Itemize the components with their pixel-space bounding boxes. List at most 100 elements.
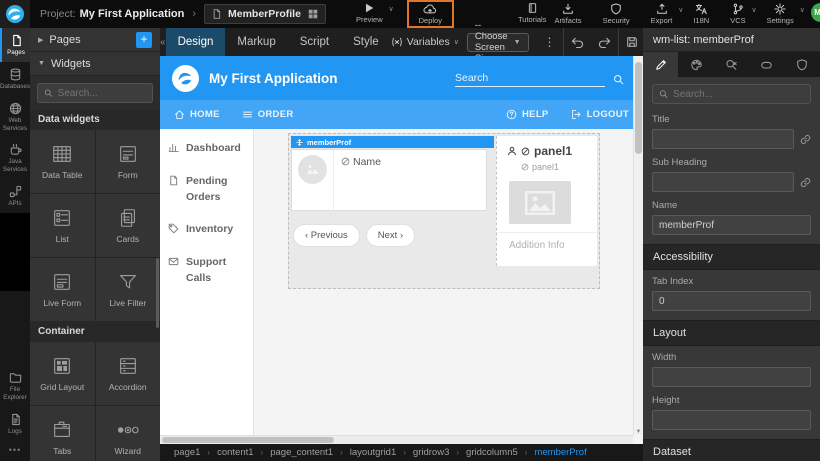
breadcrumb-layoutgrid1[interactable]: layoutgrid1: [350, 447, 396, 458]
tutorials-button[interactable]: Tutorials: [514, 0, 550, 26]
app-search[interactable]: [455, 70, 631, 87]
settings-button[interactable]: Settings ∨: [763, 1, 798, 27]
artifacts-button[interactable]: Artifacts: [550, 1, 585, 27]
bind-link-icon[interactable]: [800, 177, 811, 188]
tutorials-label: Tutorials: [518, 15, 546, 24]
user-avatar[interactable]: MP: [811, 3, 820, 22]
breadcrumb-page1[interactable]: page1: [174, 447, 200, 458]
bind-link-icon[interactable]: [800, 134, 811, 145]
height-input[interactable]: [652, 410, 811, 430]
list-item-name[interactable]: Name: [334, 150, 381, 210]
api-nodes-icon: [9, 185, 22, 198]
section-accessibility[interactable]: Accessibility: [643, 244, 820, 270]
menu-item-inventory[interactable]: Inventory: [168, 222, 245, 238]
rail-item-pages[interactable]: Pages: [0, 28, 30, 62]
canvas-horizontal-scrollbar[interactable]: [160, 435, 633, 444]
panel1-subheading[interactable]: panel1: [521, 162, 597, 172]
breadcrumb-gridrow3[interactable]: gridrow3: [413, 447, 449, 458]
nav-item-order[interactable]: ORDER: [242, 109, 294, 120]
canvas-vertical-scrollbar[interactable]: ▼: [633, 56, 643, 435]
tab-markup[interactable]: Markup: [225, 28, 287, 56]
tabindex-input[interactable]: [652, 291, 811, 311]
rail-item-file-explorer[interactable]: File Explorer: [0, 365, 30, 407]
name-input[interactable]: [652, 215, 811, 235]
breadcrumb-page-content1[interactable]: page_content1: [270, 447, 333, 458]
scrollbar-thumb[interactable]: [162, 437, 334, 443]
scroll-down-icon[interactable]: ▼: [634, 429, 643, 435]
undo-button[interactable]: [564, 28, 591, 56]
save-button[interactable]: [619, 28, 645, 56]
scrollbar-thumb[interactable]: [635, 62, 642, 154]
rail-item-apis[interactable]: APIs: [0, 179, 30, 213]
menu-item-support-calls[interactable]: Support Calls: [168, 255, 245, 287]
widget-tile-wizard[interactable]: Wizard: [96, 406, 161, 461]
search-icon[interactable]: [613, 74, 624, 85]
tab-style[interactable]: Style: [341, 28, 391, 56]
preview-button[interactable]: Preview ∨: [352, 0, 387, 26]
breadcrumb-memberprof[interactable]: memberProf: [534, 447, 586, 458]
widget-tile-form[interactable]: Form: [96, 130, 161, 193]
widget-tile-accordion[interactable]: Accordion: [96, 342, 161, 405]
tab-security[interactable]: [785, 52, 820, 77]
security-button[interactable]: Security: [599, 1, 634, 27]
more-menu-button[interactable]: ⋮: [537, 28, 563, 56]
layout-grid-column[interactable]: memberProf: [288, 133, 600, 289]
nav-item-logout[interactable]: LOGOUT: [571, 109, 629, 120]
menu-item-pending-orders[interactable]: Pending Orders: [168, 174, 245, 206]
vcs-button[interactable]: VCS ∨: [726, 1, 749, 27]
tab-script[interactable]: Script: [288, 28, 341, 56]
section-dataset[interactable]: Dataset: [643, 439, 820, 461]
tab-design[interactable]: Design: [166, 28, 226, 56]
tab-events[interactable]: [714, 52, 749, 77]
widget-search-input[interactable]: [58, 88, 146, 99]
panel1-image-placeholder[interactable]: [509, 181, 571, 224]
i18n-button[interactable]: I18N: [689, 1, 713, 27]
widget-tile-grid-layout[interactable]: Grid Layout: [30, 342, 95, 405]
panel1-header[interactable]: panel1: [507, 144, 597, 158]
widgets-accordion-header[interactable]: ▼ Widgets: [30, 52, 160, 76]
subheading-input[interactable]: [652, 172, 794, 192]
panel1-widget[interactable]: panel1 panel1: [496, 136, 597, 266]
title-input[interactable]: [652, 129, 794, 149]
redo-button[interactable]: [591, 28, 618, 56]
widget-tile-data-table[interactable]: Data Table: [30, 130, 95, 193]
rail-item-databases[interactable]: Databases: [0, 62, 30, 96]
more-options-icon[interactable]: •••: [0, 441, 30, 461]
properties-search-input[interactable]: [673, 89, 804, 100]
left-panel-scrollbar[interactable]: [156, 258, 159, 328]
nav-item-home[interactable]: HOME: [174, 109, 220, 120]
properties-search-box[interactable]: [652, 84, 811, 104]
page-selector[interactable]: MemberProfile: [204, 4, 326, 24]
export-button[interactable]: Export ∨: [647, 1, 677, 27]
variables-dropdown[interactable]: Variables ∨: [391, 36, 459, 48]
breadcrumb-content1[interactable]: content1: [217, 447, 253, 458]
app-search-input[interactable]: [455, 70, 605, 87]
list-widget-selection-bar[interactable]: memberProf: [291, 136, 494, 148]
nav-item-help[interactable]: HELP: [506, 109, 549, 120]
list-item-template[interactable]: Name: [291, 149, 487, 211]
rail-item-web-services[interactable]: Web Services: [0, 96, 30, 138]
section-layout[interactable]: Layout: [643, 320, 820, 346]
previous-page-button[interactable]: ‹ Previous: [293, 224, 360, 247]
next-page-button[interactable]: Next ›: [366, 224, 415, 247]
tab-properties[interactable]: [643, 52, 678, 77]
panel1-addition-info[interactable]: Addition Info: [507, 233, 597, 251]
rail-item-java-services[interactable]: Java Services: [0, 137, 30, 179]
deploy-button[interactable]: Deploy: [407, 0, 454, 28]
widget-tile-list[interactable]: List: [30, 194, 95, 257]
tab-styles[interactable]: [678, 52, 713, 77]
widget-tile-live-filter[interactable]: Live Filter: [96, 258, 161, 321]
tab-devices[interactable]: [749, 52, 784, 77]
rail-item-logs[interactable]: Logs: [0, 407, 30, 441]
widget-tile-tabs[interactable]: Tabs: [30, 406, 95, 461]
breadcrumb-gridcolumn5[interactable]: gridcolumn5: [466, 447, 518, 458]
width-input[interactable]: [652, 367, 811, 387]
pages-accordion-header[interactable]: ▶ Pages +: [30, 28, 160, 52]
widget-tile-live-form[interactable]: Live Form: [30, 258, 95, 321]
menu-item-dashboard[interactable]: Dashboard: [168, 141, 245, 157]
wavemaker-logo[interactable]: [0, 0, 30, 28]
add-page-button[interactable]: +: [136, 32, 152, 48]
widget-tile-cards[interactable]: Cards: [96, 194, 161, 257]
widget-search-box[interactable]: [37, 83, 153, 103]
screen-size-select[interactable]: -- Choose Screen Size -- ▼: [467, 33, 529, 52]
